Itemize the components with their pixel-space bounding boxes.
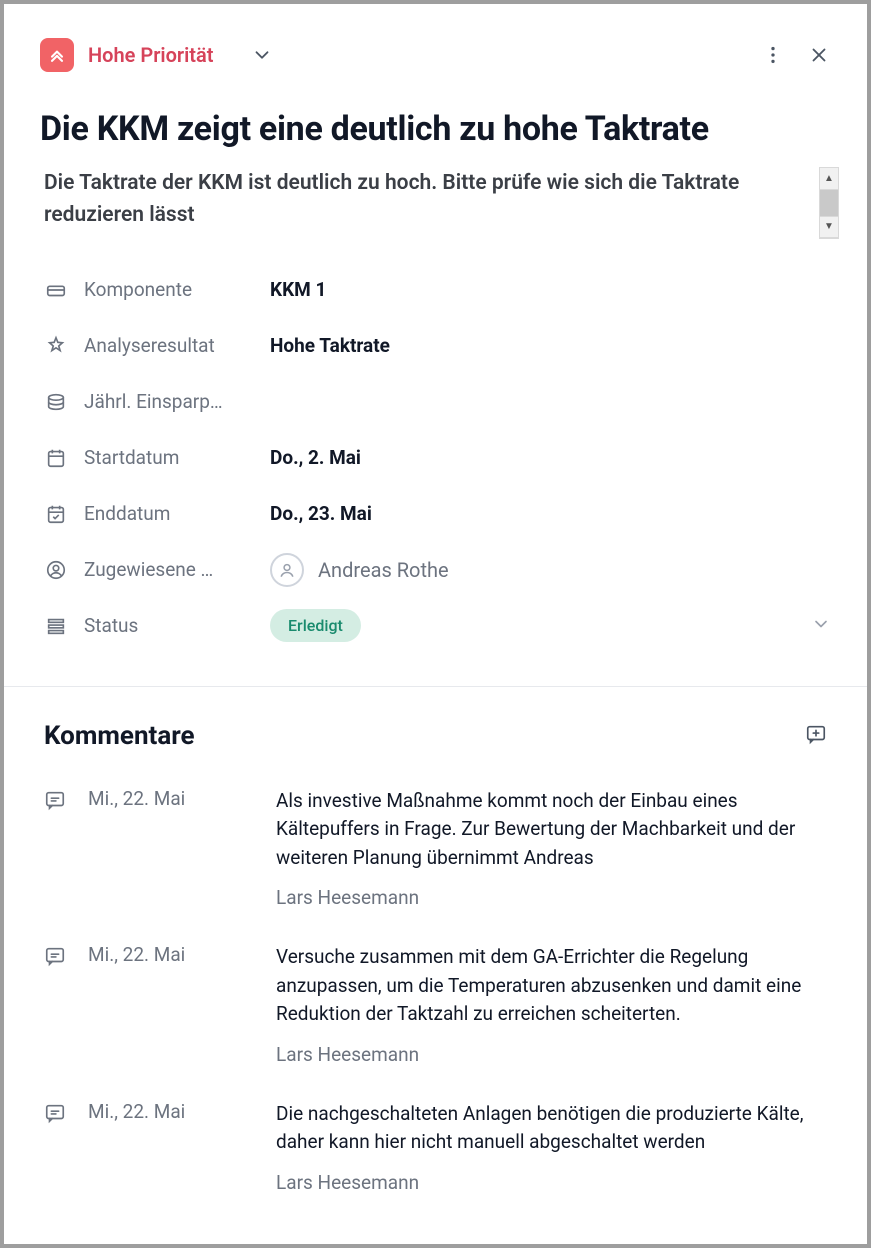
comment-text: Versuche zusammen mit dem GA-Errichter d…	[276, 943, 827, 1029]
close-button[interactable]	[803, 39, 835, 71]
meta-row-end: Enddatum Do., 23. Mai	[44, 486, 831, 542]
comments-title: Kommentare	[44, 721, 195, 751]
analysis-icon	[44, 334, 68, 358]
status-badge: Erledigt	[270, 609, 361, 642]
comment-item: Mi., 22. Mai Versuche zusammen mit dem G…	[4, 919, 867, 1076]
assignee-label: Zugewiesene …	[84, 558, 254, 581]
analysis-value: Hohe Taktrate	[270, 334, 390, 357]
page-title: Die KKM zeigt eine deutlich zu hohe Takt…	[4, 90, 867, 157]
meta-row-status[interactable]: Status Erledigt	[44, 598, 831, 654]
scroll-up-icon[interactable]: ▲	[820, 168, 838, 190]
start-value: Do., 2. Mai	[270, 446, 361, 469]
header: Hohe Priorität	[4, 4, 867, 90]
description-scrollbar[interactable]: ▲ ▼	[819, 167, 839, 239]
priority-dropdown[interactable]	[246, 39, 278, 71]
meta-list: Komponente KKM 1 Analyseresultat Hohe Ta…	[4, 232, 867, 662]
assignee-icon	[44, 558, 68, 582]
comment-item: Mi., 22. Mai Die nachgeschalteten Anlage…	[4, 1076, 867, 1204]
component-label: Komponente	[84, 278, 254, 301]
comment-author: Lars Heesemann	[276, 886, 827, 909]
meta-row-start: Startdatum Do., 2. Mai	[44, 430, 831, 486]
meta-row-savings: Jährl. Einsparp…	[44, 374, 831, 430]
meta-row-analysis: Analyseresultat Hohe Taktrate	[44, 318, 831, 374]
assignee-name: Andreas Rothe	[318, 558, 449, 582]
component-value: KKM 1	[270, 278, 326, 301]
scroll-down-icon[interactable]: ▼	[820, 216, 838, 238]
assignee-value: Andreas Rothe	[270, 553, 449, 587]
comment-icon	[44, 1100, 70, 1194]
comment-text: Die nachgeschalteten Anlagen benötigen d…	[276, 1100, 827, 1157]
comment-date: Mi., 22. Mai	[88, 943, 258, 1066]
comment-date: Mi., 22. Mai	[88, 787, 258, 910]
avatar-icon	[270, 553, 304, 587]
panel-scroll[interactable]: Hohe Priorität Die KKM zeigt eine deutli…	[4, 4, 867, 1244]
savings-label: Jährl. Einsparp…	[84, 390, 254, 413]
priority-icon	[40, 38, 74, 72]
comments-header: Kommentare	[4, 687, 867, 763]
description-area: Die Taktrate der KKM ist deutlich zu hoc…	[44, 167, 839, 232]
description-text[interactable]: Die Taktrate der KKM ist deutlich zu hoc…	[44, 167, 839, 232]
chevron-down-icon	[811, 614, 831, 638]
meta-row-component: Komponente KKM 1	[44, 262, 831, 318]
end-label: Enddatum	[84, 502, 254, 525]
more-menu-button[interactable]	[757, 39, 789, 71]
comment-icon	[44, 787, 70, 910]
component-icon	[44, 278, 68, 302]
scrollbar-thumb[interactable]	[820, 190, 838, 216]
add-comment-button[interactable]	[805, 723, 827, 749]
start-label: Startdatum	[84, 446, 254, 469]
comment-icon	[44, 943, 70, 1066]
meta-row-assignee: Zugewiesene … Andreas Rothe	[44, 542, 831, 598]
savings-icon	[44, 390, 68, 414]
comment-item: Mi., 22. Mai Als investive Maßnahme komm…	[4, 763, 867, 920]
status-icon	[44, 614, 68, 638]
comment-author: Lars Heesemann	[276, 1171, 827, 1194]
status-label: Status	[84, 614, 254, 637]
comment-author: Lars Heesemann	[276, 1043, 827, 1066]
analysis-label: Analyseresultat	[84, 334, 254, 357]
comment-text: Als investive Maßnahme kommt noch der Ei…	[276, 787, 827, 873]
comment-date: Mi., 22. Mai	[88, 1100, 258, 1194]
detail-panel: Hohe Priorität Die KKM zeigt eine deutli…	[4, 4, 867, 1244]
calendar-start-icon	[44, 446, 68, 470]
calendar-end-icon	[44, 502, 68, 526]
end-value: Do., 23. Mai	[270, 502, 372, 525]
priority-label: Hohe Priorität	[88, 43, 214, 67]
